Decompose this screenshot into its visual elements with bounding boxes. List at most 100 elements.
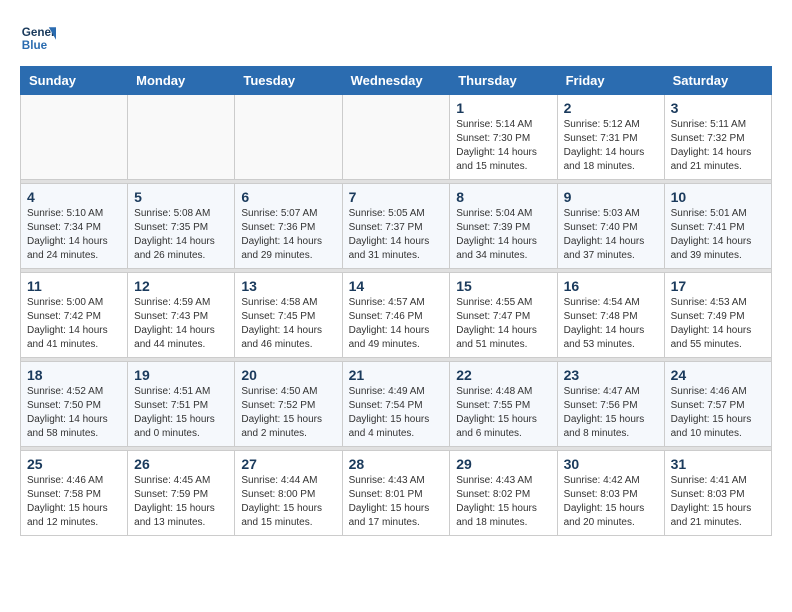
day-number: 26 (134, 456, 228, 472)
calendar-cell: 30 Sunrise: 4:42 AM Sunset: 8:03 PM Dayli… (557, 451, 664, 536)
day-number: 4 (27, 189, 121, 205)
day-number: 29 (456, 456, 550, 472)
svg-text:Blue: Blue (22, 39, 48, 52)
day-info: Sunrise: 4:59 AM Sunset: 7:43 PM Dayligh… (134, 296, 228, 352)
calendar-cell: 19Sunrise: 4:51 AM Sunset: 7:51 PM Dayli… (128, 362, 235, 447)
weekday-header: Sunday (21, 67, 128, 95)
calendar-cell: 5 Sunrise: 5:08 AM Sunset: 7:35 PM Daylig… (128, 184, 235, 269)
day-info: Sunrise: 4:46 AM Sunset: 7:57 PM Dayligh… (671, 385, 765, 441)
calendar-cell: 13 Sunrise: 4:58 AM Sunset: 7:45 PM Dayli… (235, 273, 342, 358)
week-row: 1 Sunrise: 5:14 AM Sunset: 7:30 PM Daylig… (21, 95, 772, 180)
calendar-cell: 11Sunrise: 5:00 AM Sunset: 7:42 PM Dayli… (21, 273, 128, 358)
calendar-cell: 12 Sunrise: 4:59 AM Sunset: 7:43 PM Dayli… (128, 273, 235, 358)
day-info: Sunrise: 5:01 AM Sunset: 7:41 PM Dayligh… (671, 207, 765, 263)
weekday-header: Tuesday (235, 67, 342, 95)
day-info: Sunrise: 4:58 AM Sunset: 7:45 PM Dayligh… (241, 296, 335, 352)
day-info: Sunrise: 4:42 AM Sunset: 8:03 PM Dayligh… (564, 474, 658, 530)
day-number: 11 (27, 278, 121, 294)
calendar-cell: 6 Sunrise: 5:07 AM Sunset: 7:36 PM Daylig… (235, 184, 342, 269)
day-number: 18 (27, 367, 121, 383)
day-info: Sunrise: 5:03 AM Sunset: 7:40 PM Dayligh… (564, 207, 658, 263)
day-number: 2 (564, 100, 658, 116)
day-info: Sunrise: 5:11 AM Sunset: 7:32 PM Dayligh… (671, 118, 765, 174)
day-info: Sunrise: 5:14 AM Sunset: 7:30 PM Dayligh… (456, 118, 550, 174)
day-info: Sunrise: 4:47 AM Sunset: 7:56 PM Dayligh… (564, 385, 658, 441)
week-row: 25 Sunrise: 4:46 AM Sunset: 7:58 PM Dayli… (21, 451, 772, 536)
day-number: 30 (564, 456, 658, 472)
day-number: 8 (456, 189, 550, 205)
calendar-cell: 23 Sunrise: 4:47 AM Sunset: 7:56 PM Dayli… (557, 362, 664, 447)
day-number: 13 (241, 278, 335, 294)
page-header: General Blue (20, 20, 772, 56)
weekday-header: Friday (557, 67, 664, 95)
day-info: Sunrise: 4:44 AM Sunset: 8:00 PM Dayligh… (241, 474, 335, 530)
day-number: 19 (134, 367, 228, 383)
day-info: Sunrise: 5:12 AM Sunset: 7:31 PM Dayligh… (564, 118, 658, 174)
calendar-cell (21, 95, 128, 180)
calendar-cell: 8 Sunrise: 5:04 AM Sunset: 7:39 PM Daylig… (450, 184, 557, 269)
day-number: 16 (564, 278, 658, 294)
calendar-table: SundayMondayTuesdayWednesdayThursdayFrid… (20, 66, 772, 536)
week-row: 11Sunrise: 5:00 AM Sunset: 7:42 PM Dayli… (21, 273, 772, 358)
day-number: 15 (456, 278, 550, 294)
day-number: 1 (456, 100, 550, 116)
day-number: 12 (134, 278, 228, 294)
day-number: 23 (564, 367, 658, 383)
calendar-cell: 3 Sunrise: 5:11 AM Sunset: 7:32 PM Daylig… (664, 95, 771, 180)
calendar-cell: 1 Sunrise: 5:14 AM Sunset: 7:30 PM Daylig… (450, 95, 557, 180)
day-number: 31 (671, 456, 765, 472)
day-number: 5 (134, 189, 228, 205)
calendar-cell: 10 Sunrise: 5:01 AM Sunset: 7:41 PM Dayli… (664, 184, 771, 269)
calendar-cell: 26 Sunrise: 4:45 AM Sunset: 7:59 PM Dayli… (128, 451, 235, 536)
week-row: 4Sunrise: 5:10 AM Sunset: 7:34 PM Daylig… (21, 184, 772, 269)
weekday-header: Thursday (450, 67, 557, 95)
calendar-header-row: SundayMondayTuesdayWednesdayThursdayFrid… (21, 67, 772, 95)
weekday-header: Saturday (664, 67, 771, 95)
logo: General Blue (20, 20, 56, 56)
day-info: Sunrise: 5:07 AM Sunset: 7:36 PM Dayligh… (241, 207, 335, 263)
day-info: Sunrise: 4:52 AM Sunset: 7:50 PM Dayligh… (27, 385, 121, 441)
day-info: Sunrise: 4:45 AM Sunset: 7:59 PM Dayligh… (134, 474, 228, 530)
day-number: 6 (241, 189, 335, 205)
day-number: 20 (241, 367, 335, 383)
calendar-cell (235, 95, 342, 180)
calendar-cell: 22 Sunrise: 4:48 AM Sunset: 7:55 PM Dayli… (450, 362, 557, 447)
calendar-cell: 16 Sunrise: 4:54 AM Sunset: 7:48 PM Dayli… (557, 273, 664, 358)
calendar-cell: 28 Sunrise: 4:43 AM Sunset: 8:01 PM Dayli… (342, 451, 450, 536)
calendar-cell (128, 95, 235, 180)
day-info: Sunrise: 4:57 AM Sunset: 7:46 PM Dayligh… (349, 296, 444, 352)
day-number: 9 (564, 189, 658, 205)
calendar-cell: 24 Sunrise: 4:46 AM Sunset: 7:57 PM Dayli… (664, 362, 771, 447)
calendar-cell: 18 Sunrise: 4:52 AM Sunset: 7:50 PM Dayli… (21, 362, 128, 447)
day-number: 27 (241, 456, 335, 472)
calendar-cell: 14Sunrise: 4:57 AM Sunset: 7:46 PM Dayli… (342, 273, 450, 358)
day-info: Sunrise: 4:55 AM Sunset: 7:47 PM Dayligh… (456, 296, 550, 352)
day-info: Sunrise: 4:43 AM Sunset: 8:02 PM Dayligh… (456, 474, 550, 530)
calendar-cell: 29 Sunrise: 4:43 AM Sunset: 8:02 PM Dayli… (450, 451, 557, 536)
day-number: 24 (671, 367, 765, 383)
day-number: 3 (671, 100, 765, 116)
day-info: Sunrise: 5:04 AM Sunset: 7:39 PM Dayligh… (456, 207, 550, 263)
day-number: 10 (671, 189, 765, 205)
week-row: 18 Sunrise: 4:52 AM Sunset: 7:50 PM Dayli… (21, 362, 772, 447)
calendar-cell: 2 Sunrise: 5:12 AM Sunset: 7:31 PM Daylig… (557, 95, 664, 180)
calendar-cell: 20 Sunrise: 4:50 AM Sunset: 7:52 PM Dayli… (235, 362, 342, 447)
weekday-header: Monday (128, 67, 235, 95)
day-info: Sunrise: 4:53 AM Sunset: 7:49 PM Dayligh… (671, 296, 765, 352)
day-number: 28 (349, 456, 444, 472)
calendar-cell: 9 Sunrise: 5:03 AM Sunset: 7:40 PM Daylig… (557, 184, 664, 269)
calendar-cell: 4Sunrise: 5:10 AM Sunset: 7:34 PM Daylig… (21, 184, 128, 269)
day-info: Sunrise: 4:48 AM Sunset: 7:55 PM Dayligh… (456, 385, 550, 441)
day-info: Sunrise: 4:46 AM Sunset: 7:58 PM Dayligh… (27, 474, 121, 530)
calendar-cell: 25 Sunrise: 4:46 AM Sunset: 7:58 PM Dayli… (21, 451, 128, 536)
day-info: Sunrise: 4:43 AM Sunset: 8:01 PM Dayligh… (349, 474, 444, 530)
calendar-cell: 31 Sunrise: 4:41 AM Sunset: 8:03 PM Dayli… (664, 451, 771, 536)
day-info: Sunrise: 4:50 AM Sunset: 7:52 PM Dayligh… (241, 385, 335, 441)
day-number: 22 (456, 367, 550, 383)
day-number: 25 (27, 456, 121, 472)
day-info: Sunrise: 4:41 AM Sunset: 8:03 PM Dayligh… (671, 474, 765, 530)
day-number: 21 (349, 367, 444, 383)
day-info: Sunrise: 4:54 AM Sunset: 7:48 PM Dayligh… (564, 296, 658, 352)
day-info: Sunrise: 5:08 AM Sunset: 7:35 PM Dayligh… (134, 207, 228, 263)
day-info: Sunrise: 4:49 AM Sunset: 7:54 PM Dayligh… (349, 385, 444, 441)
